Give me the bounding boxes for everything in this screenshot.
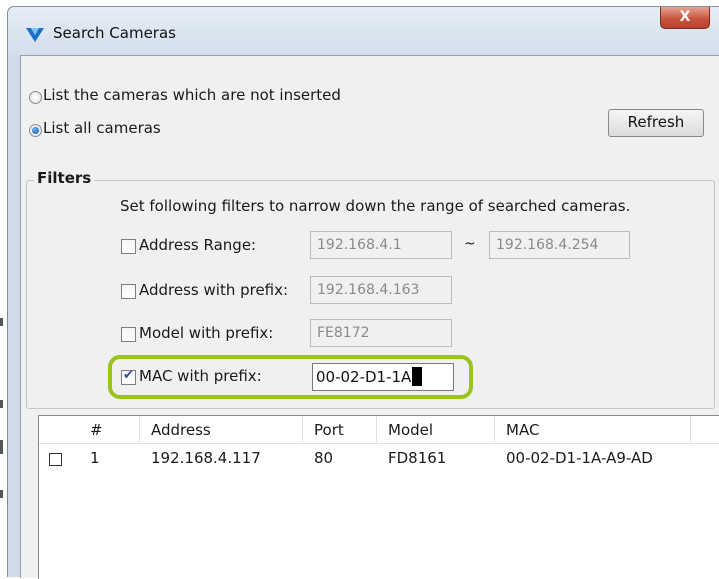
dialog-body: List the cameras which are not inserted … [20, 55, 719, 579]
column-divider[interactable] [376, 416, 377, 443]
filters-description: Set following filters to narrow down the… [120, 197, 631, 215]
mac-prefix-checkbox[interactable] [121, 368, 136, 385]
cell-mac: 00-02-D1-1A-A9-AD [506, 449, 653, 467]
model-prefix-label: Model with prefix: [139, 324, 274, 342]
column-header-mac[interactable]: MAC [506, 421, 539, 439]
address-range-checkbox[interactable] [121, 239, 136, 254]
column-divider[interactable] [690, 416, 691, 443]
address-prefix-field[interactable]: 192.168.4.163 [310, 276, 452, 304]
radio-not-inserted-label[interactable]: List the cameras which are not inserted [43, 86, 341, 104]
model-prefix-field[interactable]: FE8172 [310, 319, 452, 347]
mac-prefix-label: MAC with prefix: [139, 367, 262, 385]
cell-port: 80 [314, 449, 334, 467]
column-header-model[interactable]: Model [388, 421, 433, 439]
close-button[interactable]: X [660, 7, 710, 29]
row-checkbox[interactable] [49, 453, 62, 466]
column-header-index[interactable]: # [90, 421, 103, 439]
range-separator: ~ [464, 236, 476, 252]
list-header: # Address Port Model MAC [39, 416, 719, 444]
address-range-label: Address Range: [139, 236, 257, 254]
window-title: Search Cameras [53, 24, 176, 42]
cell-model: FD8161 [388, 449, 447, 467]
column-divider[interactable] [302, 416, 303, 443]
refresh-button[interactable]: Refresh [608, 109, 704, 137]
model-prefix-checkbox[interactable] [121, 327, 136, 342]
mac-prefix-field[interactable]: 00-02-D1-1A [312, 363, 454, 391]
filters-title: Filters [34, 169, 95, 187]
app-logo-icon [26, 28, 44, 42]
radio-all-cameras-label[interactable]: List all cameras [43, 119, 161, 137]
mac-prefix-value: 00-02-D1-1A [316, 368, 412, 386]
title-bar[interactable]: Search Cameras [8, 7, 719, 55]
address-range-to-field[interactable]: 192.168.4.254 [489, 231, 630, 259]
column-header-port[interactable]: Port [314, 421, 344, 439]
column-divider[interactable] [139, 416, 140, 443]
column-header-address[interactable]: Address [151, 421, 211, 439]
radio-not-inserted[interactable] [29, 91, 42, 104]
text-cursor [412, 367, 423, 386]
radio-all-cameras[interactable] [29, 124, 42, 137]
address-range-from-field[interactable]: 192.168.4.1 [310, 231, 452, 259]
column-divider[interactable] [494, 416, 495, 443]
cell-address: 192.168.4.117 [151, 449, 261, 467]
address-prefix-checkbox[interactable] [121, 284, 136, 299]
address-prefix-label: Address with prefix: [139, 281, 289, 299]
cell-index: 1 [90, 449, 100, 467]
camera-list[interactable]: # Address Port Model MAC 1 192.168.4.117… [38, 415, 719, 579]
search-cameras-window: Search Cameras X List the cameras which … [7, 6, 719, 579]
